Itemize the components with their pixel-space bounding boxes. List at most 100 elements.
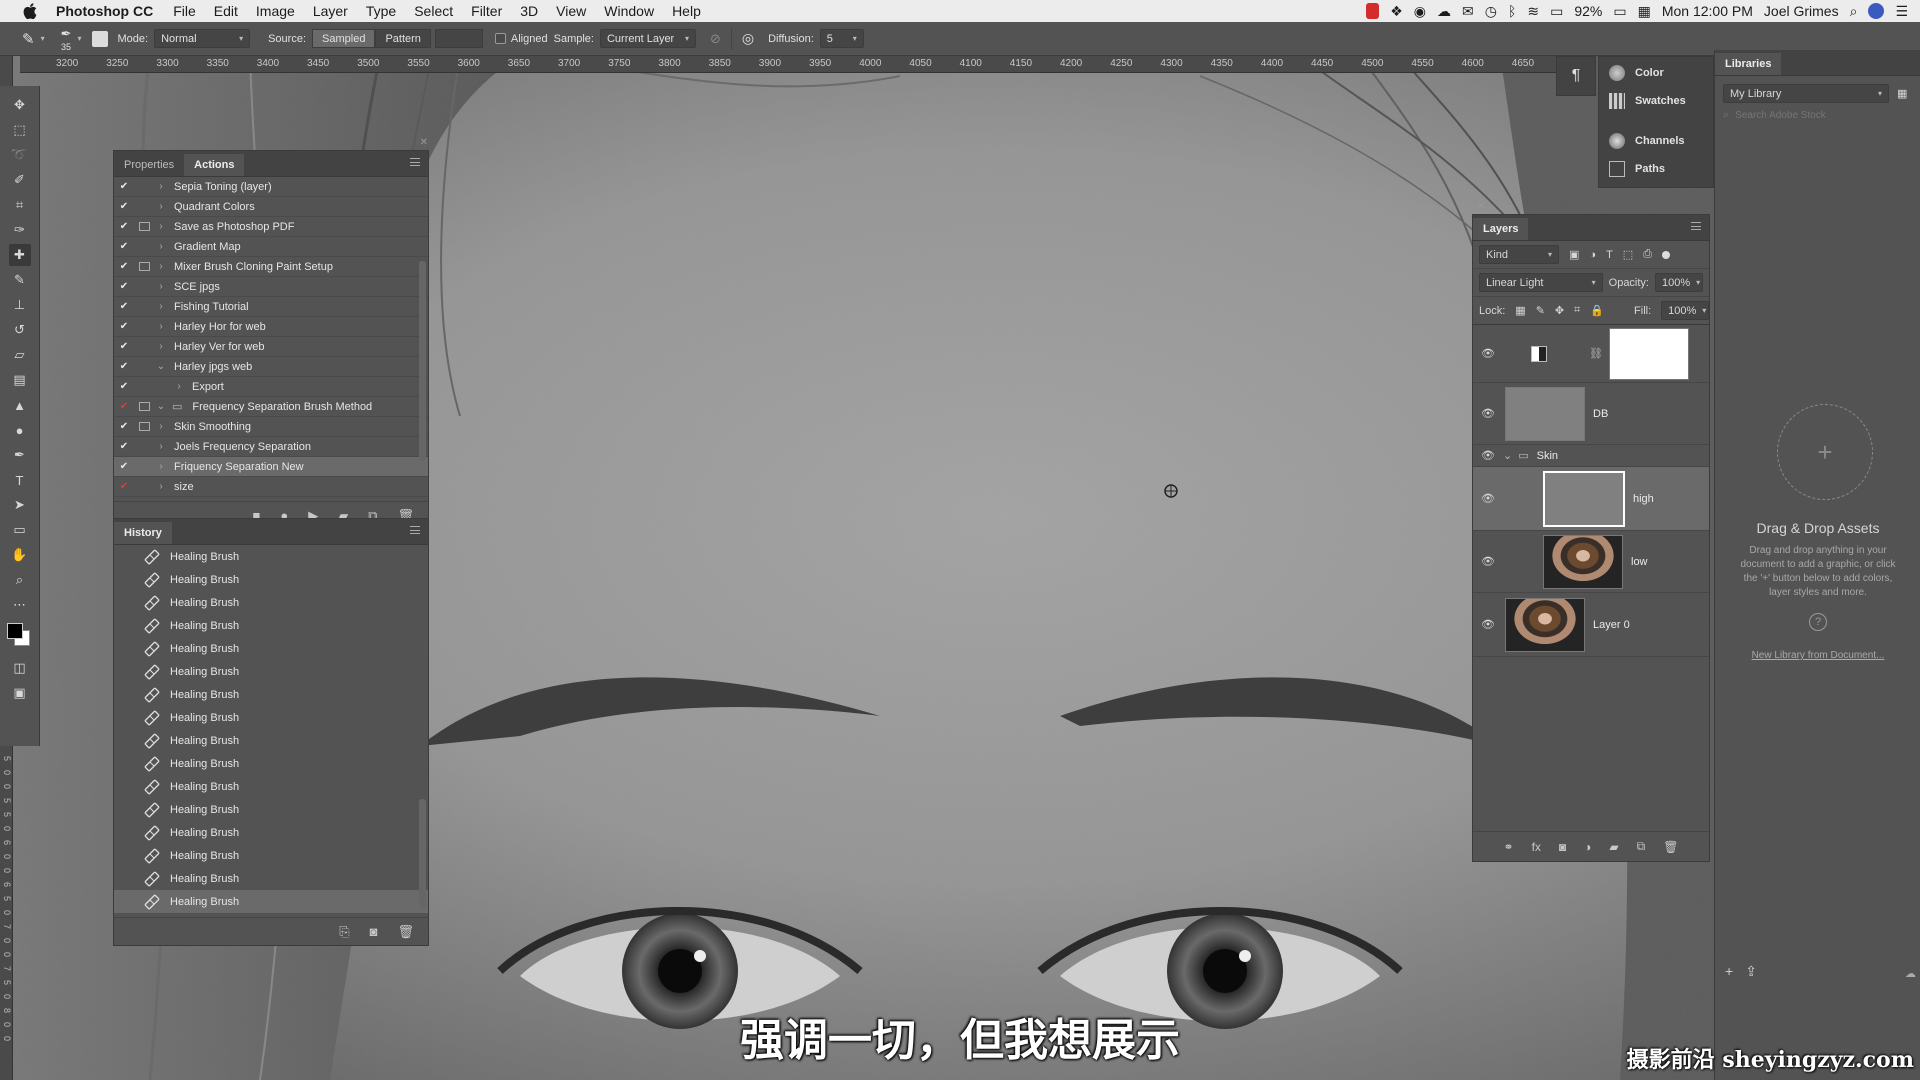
history-state[interactable]: Healing Brush (114, 821, 428, 844)
action-enable-checkmark-icon[interactable]: ✔ (114, 441, 134, 452)
layer-name[interactable]: DB (1593, 408, 1608, 420)
eraser-tool-icon[interactable]: ▱ (9, 344, 31, 366)
action-enable-checkmark-icon[interactable]: ✔ (114, 241, 134, 252)
menu-filter[interactable]: Filter (471, 3, 502, 19)
filter-smart-object-icon[interactable]: ⎙ (1643, 248, 1652, 261)
type-tool-icon[interactable]: T (9, 469, 31, 491)
visibility-eye-icon[interactable]: 👁 (1473, 449, 1503, 462)
layer-name[interactable]: Skin (1537, 450, 1558, 462)
action-enable-checkmark-icon[interactable]: ✔ (114, 301, 134, 312)
user-name[interactable]: Joel Grimes (1764, 3, 1839, 19)
chevron-right-icon[interactable]: › (172, 381, 186, 392)
history-brush-tool-icon[interactable]: ↺ (9, 319, 31, 341)
tab-layers[interactable]: Layers (1473, 218, 1529, 240)
recording-icon[interactable] (1366, 3, 1380, 19)
lock-position-icon[interactable]: ✥ (1555, 304, 1564, 317)
dialog-toggle[interactable] (134, 422, 154, 431)
menu-view[interactable]: View (556, 3, 586, 19)
tab-libraries[interactable]: Libraries (1715, 53, 1782, 75)
more-tools-icon[interactable]: ⋯ (9, 594, 31, 616)
brush-tool-icon[interactable]: ✎ (9, 269, 31, 291)
siri-icon[interactable] (1868, 3, 1885, 19)
actions-scrollbar[interactable] (419, 261, 426, 461)
foreground-color-swatch[interactable] (6, 623, 23, 639)
action-item[interactable]: ✔ › Joels Frequency Separation (114, 437, 428, 457)
ignore-adjustment-layers-icon[interactable]: ⊘ (710, 31, 721, 47)
menu-layer[interactable]: Layer (313, 3, 348, 19)
adjustment-layer-icon[interactable]: ◑ (1584, 840, 1591, 854)
stock-search-input[interactable] (1735, 110, 1896, 121)
layer-thumbnail[interactable] (1543, 470, 1625, 527)
action-item[interactable]: ✔ › Skin Smoothing (114, 417, 428, 437)
gradient-tool-icon[interactable]: ▤ (9, 369, 31, 391)
layer-photo-thumbnail[interactable] (1505, 597, 1585, 652)
history-state[interactable]: Healing Brush (114, 752, 428, 775)
battery-percent[interactable]: 92% (1574, 3, 1602, 19)
fill-field[interactable]: 100% ▾ (1661, 301, 1710, 320)
quick-mask-icon[interactable]: ◫ (9, 657, 31, 679)
tab-actions[interactable]: Actions (184, 154, 245, 176)
history-state[interactable]: Healing Brush (114, 867, 428, 890)
menu-window[interactable]: Window (604, 3, 654, 19)
lock-all-icon[interactable]: 🔒 (1590, 304, 1604, 317)
layer-row[interactable]: 👁 high (1473, 467, 1709, 531)
hand-tool-icon[interactable]: ✋ (9, 544, 31, 566)
history-state[interactable]: Healing Brush (114, 591, 428, 614)
dodge-tool-icon[interactable]: ● (9, 419, 31, 441)
filter-adjustment-icon[interactable]: ◑ (1589, 249, 1596, 261)
tab-history[interactable]: History (114, 522, 172, 544)
chevron-right-icon[interactable]: › (154, 261, 168, 272)
battery-icon[interactable]: ▭ (1613, 3, 1626, 20)
panel-menu-icon[interactable] (410, 526, 420, 534)
marquee-tool-icon[interactable]: ⬚ (9, 119, 31, 141)
chevron-right-icon[interactable]: › (154, 301, 168, 312)
dialog-toggle[interactable] (134, 262, 154, 271)
trash-icon[interactable]: 🗑 (397, 924, 414, 940)
action-item[interactable]: ✔ › Harley Ver for web (114, 337, 428, 357)
panel-menu-icon[interactable] (1691, 222, 1701, 230)
action-enable-checkmark-icon[interactable]: ✔ (114, 201, 134, 212)
filter-toggle-icon[interactable] (1662, 250, 1671, 259)
menu-edit[interactable]: Edit (214, 3, 238, 19)
pattern-picker[interactable] (434, 29, 483, 48)
healing-brush-tool-icon[interactable]: ✚ (8, 244, 31, 266)
new-layer-icon[interactable]: ⧉ (1637, 839, 1646, 854)
help-icon[interactable]: ? (1809, 613, 1827, 631)
time-machine-icon[interactable]: ◷ (1485, 3, 1497, 20)
chevron-right-icon[interactable]: › (154, 341, 168, 352)
history-state[interactable]: Healing Brush (114, 890, 428, 913)
layer-row[interactable]: 👁 Layer 0 (1473, 593, 1709, 657)
add-mask-icon[interactable]: ◙ (1559, 840, 1566, 854)
bluetooth-icon[interactable]: ᛒ (1508, 3, 1516, 19)
lock-artboard-icon[interactable]: ⌗ (1574, 304, 1580, 317)
upload-icon[interactable]: ⇪ (1745, 963, 1757, 980)
blur-tool-icon[interactable]: ▲ (9, 394, 31, 416)
sample-dropdown[interactable]: Current Layer ▾ (599, 29, 696, 48)
opacity-field[interactable]: 100% ▾ (1655, 273, 1703, 292)
brush-picker-chevron-icon[interactable]: ▾ (78, 34, 82, 43)
clone-stamp-tool-icon[interactable]: ⊥ (9, 294, 31, 316)
visibility-eye-icon[interactable]: 👁 (1473, 618, 1503, 631)
action-item[interactable]: ✔ ⌄ Harley jpgs web (114, 357, 428, 377)
layer-mask-thumbnail[interactable] (1608, 327, 1689, 380)
notification-center-icon[interactable]: ☰ (1895, 3, 1908, 20)
chevron-down-icon[interactable]: ⌄ (1503, 449, 1512, 462)
quick-selection-tool-icon[interactable]: ✐ (9, 169, 31, 191)
layer-style-fx-icon[interactable]: fx (1532, 840, 1541, 854)
action-item[interactable]: ✔ › Sepia Toning (layer) (114, 177, 428, 197)
menu-type[interactable]: Type (366, 3, 396, 19)
action-item[interactable]: ✔ › Harley Hor for web (114, 317, 428, 337)
onepassword-icon[interactable]: ◉ (1414, 3, 1426, 20)
filter-shape-icon[interactable]: ⬚ (1623, 248, 1633, 261)
drop-zone-plus-icon[interactable]: + (1777, 404, 1873, 500)
mask-link-icon[interactable]: ⛓ (1589, 347, 1603, 360)
brush-size-picker[interactable]: ✒ 35 (61, 26, 72, 52)
chevron-right-icon[interactable]: › (154, 181, 168, 192)
layer-row[interactable]: 👁 low (1473, 531, 1709, 593)
history-scrollbar[interactable] (419, 799, 426, 909)
tab-properties[interactable]: Properties (114, 154, 184, 176)
crop-tool-icon[interactable]: ⌗ (9, 194, 31, 216)
flag-icon[interactable]: ▦ (1638, 3, 1651, 20)
action-enable-checkmark-icon[interactable]: ✔ (114, 321, 134, 332)
path-selection-tool-icon[interactable]: ➤ (9, 494, 31, 516)
